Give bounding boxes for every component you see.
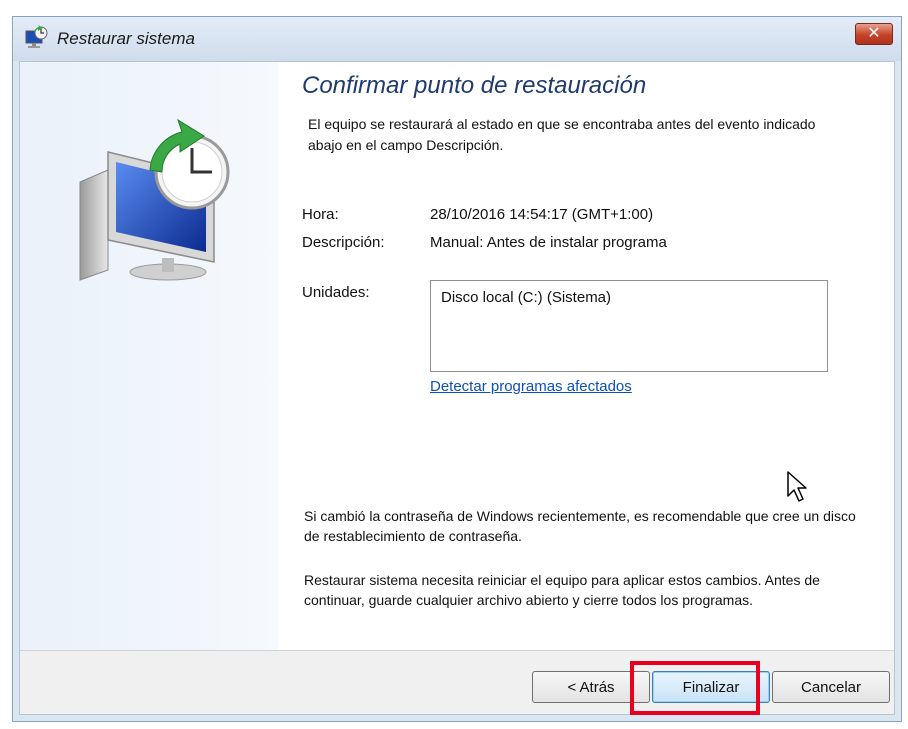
description-label: Descripción:	[302, 234, 385, 251]
description-value: Manual: Antes de instalar programa	[430, 234, 667, 251]
time-label: Hora:	[302, 206, 339, 223]
system-restore-icon	[25, 25, 48, 48]
close-button[interactable]: ✕	[855, 23, 893, 45]
drives-label: Unidades:	[302, 284, 370, 301]
finish-button[interactable]: Finalizar	[652, 671, 770, 703]
intro-text: El equipo se restaurará al estado en que…	[308, 116, 816, 153]
cancel-button[interactable]: Cancelar	[772, 671, 890, 703]
restart-note: Restaurar sistema necesita reiniciar el …	[304, 572, 820, 608]
dialog-client-area: Confirmar punto de restauración El equip…	[19, 61, 895, 715]
title-bar: Restaurar sistema ✕	[13, 17, 901, 61]
time-value: 28/10/2016 14:54:17 (GMT+1:00)	[430, 206, 654, 223]
button-bar: < Atrás Finalizar Cancelar	[20, 650, 894, 714]
back-button[interactable]: < Atrás	[532, 671, 650, 703]
page-title: Confirmar punto de restauración	[302, 72, 647, 99]
content-panel: Confirmar punto de restauración El equip…	[278, 62, 894, 650]
mouse-pointer-icon	[787, 471, 807, 502]
side-panel	[20, 62, 278, 650]
window-title: Restaurar sistema	[57, 29, 195, 48]
drives-listbox[interactable]: Disco local (C:) (Sistema)	[430, 280, 828, 372]
restore-monitor-clock-icon	[79, 118, 230, 281]
close-icon: ✕	[867, 25, 881, 42]
password-note: Si cambió la contraseña de Windows recie…	[304, 508, 856, 544]
system-restore-window: Restaurar sistema ✕ Confirmar punto de r…	[12, 16, 902, 722]
list-item[interactable]: Disco local (C:) (Sistema)	[441, 289, 611, 306]
detect-affected-programs-link[interactable]: Detectar programas afectados	[430, 378, 632, 395]
